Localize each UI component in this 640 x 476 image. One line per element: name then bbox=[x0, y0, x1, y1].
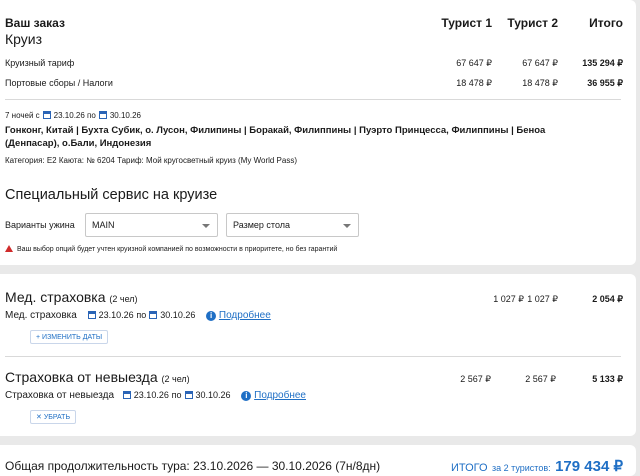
med-label: Мед. страховка bbox=[5, 310, 77, 321]
med-t2: 1 027 ₽ bbox=[527, 294, 558, 304]
med-more-link[interactable]: Подробнее bbox=[219, 310, 271, 321]
med-insurance-title: Мед. страховка (2 чел) bbox=[5, 289, 138, 305]
med-date-from: 23.10.26 bbox=[98, 310, 134, 320]
order-card: Ваш заказ Круиз Турист 1 Турист 2 Итого … bbox=[0, 0, 636, 265]
dinner-select[interactable]: MAIN bbox=[85, 213, 218, 237]
chevron-down-icon bbox=[202, 224, 210, 228]
cancel-t1: 2 567 ₽ bbox=[460, 374, 491, 384]
calendar-icon bbox=[98, 111, 107, 119]
insurance-card: Мед. страховка (2 чел) 1 027 ₽ 1 027 ₽ 2… bbox=[0, 274, 636, 436]
table-size-select[interactable]: Размер стола bbox=[226, 213, 359, 237]
remove-label: УБРАТЬ bbox=[43, 414, 71, 421]
col-tourist-2: Турист 2 bbox=[507, 16, 558, 30]
cancel-label: Страховка от невыезда bbox=[5, 390, 115, 401]
warning-icon bbox=[5, 245, 13, 252]
cancel-date-to: 30.10.26 bbox=[195, 390, 231, 400]
dinner-label: Варианты ужина bbox=[5, 220, 75, 230]
calendar-icon bbox=[42, 111, 51, 119]
med-total: 2 054 ₽ bbox=[592, 294, 623, 304]
footer-bar: Общая продолжительность тура: 23.10.2026… bbox=[0, 445, 636, 476]
col-tourist-1: Турист 1 bbox=[441, 16, 492, 30]
row-total: 135 294 ₽ bbox=[582, 58, 623, 68]
order-subtitle: Круиз bbox=[5, 31, 43, 47]
cancel-title-text: Страховка от невыезда bbox=[5, 369, 158, 385]
info-icon[interactable]: i bbox=[206, 311, 217, 321]
col-total: Итого bbox=[589, 16, 623, 30]
cancel-dates-row: Страховка от невыезда 23.10.26 по 30.10.2… bbox=[5, 390, 306, 401]
warning-text: Ваш выбор опций будет учтен круизной ком… bbox=[17, 246, 338, 253]
service-title: Специальный сервис на круизе bbox=[5, 187, 218, 203]
po-label: по bbox=[171, 390, 182, 400]
med-title-text: Мед. страховка bbox=[5, 289, 106, 305]
total-value: 179 434 ₽ bbox=[555, 458, 623, 475]
table-size-value: Размер стола bbox=[233, 220, 291, 230]
row-t1: 18 478 ₽ bbox=[456, 78, 492, 88]
dinner-select-value: MAIN bbox=[92, 220, 115, 230]
row-t2: 18 478 ₽ bbox=[522, 78, 558, 88]
med-date-to: 30.10.26 bbox=[160, 310, 196, 320]
cancel-more-link[interactable]: Подробнее bbox=[254, 390, 306, 401]
cancel-count: (2 чел) bbox=[161, 374, 190, 384]
cruise-dates: 7 ночей с 23.10.26 по 30.10.26 bbox=[5, 111, 141, 120]
row-total: 36 955 ₽ bbox=[587, 78, 623, 88]
total-for: за 2 туристов: bbox=[492, 463, 551, 473]
cancel-t2: 2 567 ₽ bbox=[525, 374, 556, 384]
divider bbox=[5, 356, 621, 357]
cancel-date-from: 23.10.26 bbox=[133, 390, 169, 400]
tour-duration: Общая продолжительность тура: 23.10.2026… bbox=[5, 459, 381, 473]
route-line-2: (Денпасар), о.Бали, Индонезия bbox=[5, 138, 152, 149]
row-label: Портовые сборы / Налоги bbox=[5, 78, 113, 88]
divider bbox=[5, 99, 621, 100]
date-to: 30.10.26 bbox=[109, 111, 141, 120]
cabin-details: Категория: E2 Каюта: № 6204 Тариф: Мой к… bbox=[5, 156, 297, 165]
order-title: Ваш заказ bbox=[5, 16, 65, 30]
date-from: 23.10.26 bbox=[53, 111, 85, 120]
med-t1: 1 027 ₽ bbox=[493, 294, 524, 304]
remove-button[interactable]: ✕ УБРАТЬ bbox=[30, 410, 77, 424]
row-label: Круизный тариф bbox=[5, 58, 75, 68]
med-count: (2 чел) bbox=[109, 294, 138, 304]
cancel-insurance-title: Страховка от невыезда (2 чел) bbox=[5, 369, 190, 385]
close-icon: ✕ bbox=[36, 414, 44, 421]
row-t2: 67 647 ₽ bbox=[522, 58, 558, 68]
cancel-total: 5 133 ₽ bbox=[592, 374, 623, 384]
calendar-icon bbox=[122, 391, 131, 399]
med-dates-row: Мед. страховка 23.10.26 по 30.10.26 i Под… bbox=[5, 310, 271, 321]
change-dates-label: ИЗМЕНИТЬ ДАТЫ bbox=[42, 334, 103, 341]
chevron-down-icon bbox=[343, 224, 351, 228]
po-label: по bbox=[87, 111, 96, 120]
nights-label: 7 ночей с bbox=[5, 111, 40, 120]
row-t1: 67 647 ₽ bbox=[456, 58, 492, 68]
calendar-icon bbox=[184, 391, 193, 399]
info-icon[interactable]: i bbox=[241, 391, 252, 401]
calendar-icon bbox=[149, 311, 158, 319]
total-label: ИТОГО bbox=[450, 462, 488, 474]
po-label: по bbox=[136, 310, 147, 320]
grand-total: ИТОГО за 2 туристов: 179 434 ₽ bbox=[451, 457, 623, 476]
change-dates-button[interactable]: + ИЗМЕНИТЬ ДАТЫ bbox=[30, 330, 109, 344]
warning-note: Ваш выбор опций будет учтен круизной ком… bbox=[5, 245, 337, 253]
calendar-icon bbox=[87, 311, 96, 319]
route-line-1: Гонконг, Китай | Бухта Субик, о. Лусон, … bbox=[5, 125, 546, 136]
